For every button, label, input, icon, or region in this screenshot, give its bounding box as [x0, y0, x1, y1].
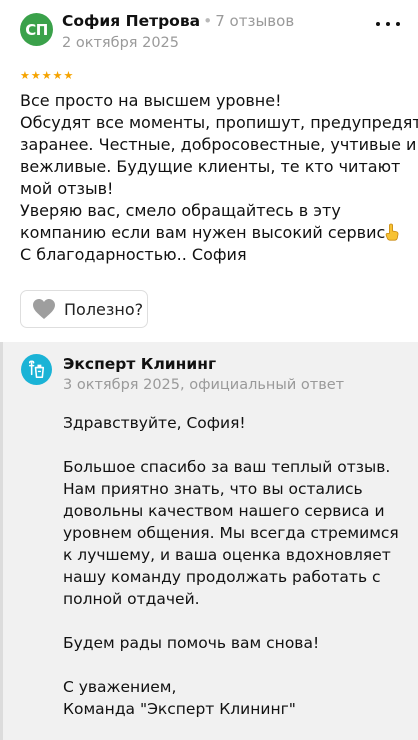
- author-avatar[interactable]: СП: [20, 13, 53, 46]
- review-date: 2 октября 2025: [62, 35, 180, 51]
- review-text-line: компанию если вам нужен высокий сервис: [20, 222, 412, 244]
- review-text-line-content: Уверяю вас, смело обращайтесь в эту: [20, 201, 341, 220]
- review-text: Все просто на высшем уровне! Обсудят все …: [20, 90, 418, 266]
- review-text-line: Уверяю вас, смело обращайтесь в эту: [20, 200, 412, 222]
- separator-dot: •: [203, 12, 213, 30]
- author-name[interactable]: София Петрова: [62, 12, 200, 30]
- star-icon: ★: [63, 69, 74, 82]
- answer-text-line: С уважением,: [63, 678, 177, 696]
- more-icon-dot: [376, 22, 380, 26]
- answer-text: Здравствуйте, София! Большое спасибо за в…: [63, 412, 415, 720]
- star-icon: ★: [52, 69, 63, 82]
- answer-text-line: к лучшему, и ваша оценка вдохновляет: [63, 546, 391, 564]
- pointing-finger-emoji-icon: [385, 223, 399, 241]
- more-icon-dot: [396, 22, 400, 26]
- review-text-line-content: Все просто на высшем уровне!: [20, 91, 282, 110]
- review-text-line-content: компанию если вам нужен высокий сервис: [20, 223, 386, 242]
- answer-text-line: Будем рады помочь вам снова!: [63, 634, 320, 652]
- answer-text-line: [63, 610, 415, 632]
- answer-text-line: [63, 434, 415, 456]
- star-icon: ★: [20, 69, 30, 82]
- review-text-line-content: С благодарностью.. София: [20, 245, 247, 264]
- review-text-line: вежливые. Будущие клиенты, те кто читают: [20, 156, 412, 178]
- review-text-line: Обсудят все моменты, пропишут, предупред…: [20, 112, 418, 134]
- company-answer: Эксперт Клининг 3 октября 2025, официаль…: [0, 342, 418, 740]
- star-icon: ★: [41, 69, 52, 82]
- answer-text-line: Большое спасибо за ваш теплый отзыв.: [63, 458, 391, 476]
- company-name[interactable]: Эксперт Клининг: [63, 355, 216, 373]
- more-icon-dot: [386, 22, 390, 26]
- review-text-line: С благодарностью.. София: [20, 244, 412, 266]
- answer-text-line: Команда "Эксперт Клининг": [63, 700, 296, 718]
- review-text-line-content: заранее. Честные, добросовестные, учтивы…: [20, 135, 417, 154]
- answer-text-line: полной отдачей.: [63, 590, 200, 608]
- more-options-button[interactable]: [376, 16, 400, 32]
- review-text-line: мой отзыв!: [20, 178, 412, 200]
- company-logo-icon[interactable]: [21, 354, 52, 385]
- review-text-line-content: Обсудят все моменты, пропишут, предупред…: [20, 113, 418, 132]
- star-icon: ★: [30, 69, 41, 82]
- answer-meta: 3 октября 2025, официальный ответ: [63, 377, 345, 393]
- review-header: СП София Петрова • 7 отзывов 2 октября 202…: [20, 10, 400, 56]
- answer-text-line: уровнем общения. Мы всегда стремимся: [63, 524, 399, 542]
- answer-text-line: Нам приятно знать, что вы остались: [63, 480, 363, 498]
- answer-text-line: довольны качеством нашего сервиса и: [63, 502, 385, 520]
- answer-text-line: [63, 654, 415, 676]
- answer-text-line: Здравствуйте, София!: [63, 414, 246, 432]
- helpful-label: Полезно?: [64, 299, 144, 319]
- heart-icon: [33, 299, 55, 319]
- author-line: София Петрова • 7 отзывов: [62, 12, 294, 30]
- rating-stars: ★ ★ ★ ★ ★: [20, 69, 73, 83]
- review-text-line-content: вежливые. Будущие клиенты, те кто читают: [20, 157, 401, 176]
- review-text-line-content: мой отзыв!: [20, 179, 114, 198]
- review-text-line: Все просто на высшем уровне!: [20, 90, 412, 112]
- author-reviews-count[interactable]: 7 отзывов: [215, 12, 294, 30]
- answer-text-line: нашу команду продолжать работать с: [63, 568, 381, 586]
- helpful-button[interactable]: Полезно?: [20, 290, 148, 328]
- review-text-line: заранее. Честные, добросовестные, учтивы…: [20, 134, 416, 156]
